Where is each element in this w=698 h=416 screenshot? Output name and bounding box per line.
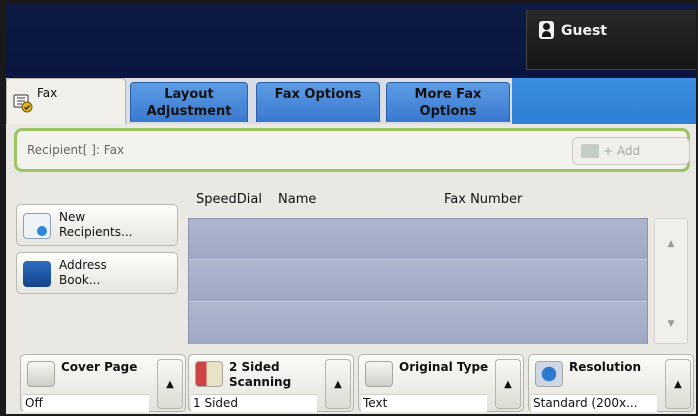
add-icon: [581, 144, 599, 158]
cover-page-icon: [27, 361, 55, 387]
fax-icon: [13, 94, 33, 113]
two-sided-stepper[interactable]: ▲: [325, 359, 351, 409]
tab-strip-fill: [512, 78, 696, 124]
two-sided-icon: [195, 361, 223, 387]
resolution-stepper[interactable]: ▲: [665, 359, 691, 409]
recipient-field[interactable]: Recipient[ ]: Fax + Add: [14, 128, 690, 172]
new-recipients-line1: New: [59, 210, 86, 224]
cover-page-option[interactable]: Cover Page Off ▲: [20, 354, 186, 412]
scroll-up-icon[interactable]: ▲: [655, 239, 687, 249]
tab-layout-adjustment-line2: Adjustment: [146, 104, 232, 119]
tab-fax[interactable]: Fax: [6, 78, 126, 124]
fax-screen: Guest Fax Layout Adjustment Fax Options: [6, 4, 696, 414]
address-book-button[interactable]: Address Book...: [16, 252, 178, 294]
cover-page-value: Off: [23, 394, 149, 412]
user-label: Guest: [561, 23, 607, 39]
resolution-title: Resolution: [569, 360, 642, 374]
address-book-icon: [23, 261, 51, 287]
user-login-button[interactable]: Guest: [526, 10, 696, 70]
column-name: Name: [278, 192, 317, 207]
two-sided-scanning-option[interactable]: 2 Sided Scanning 1 Sided ▲: [188, 354, 354, 412]
list-row[interactable]: [189, 303, 647, 344]
column-fax-number: Fax Number: [444, 192, 523, 207]
tab-strip: Fax Layout Adjustment Fax Options More F…: [6, 78, 696, 124]
original-type-title: Original Type: [399, 360, 489, 374]
add-label: + Add: [603, 144, 641, 158]
two-sided-title-line2: Scanning: [229, 375, 292, 389]
original-type-icon: [365, 361, 393, 387]
list-row[interactable]: [189, 261, 647, 302]
add-recipient-button[interactable]: + Add: [572, 137, 690, 165]
two-sided-title-line1: 2 Sided: [229, 360, 280, 374]
new-recipient-icon: [23, 213, 51, 239]
column-speeddial: SpeedDial: [196, 192, 262, 207]
tab-more-fax-options[interactable]: More Fax Options: [386, 82, 510, 122]
tab-more-fax-options-line2: Options: [419, 104, 477, 119]
header-bar: Guest: [6, 4, 696, 78]
tab-fax-label: Fax: [37, 86, 58, 100]
resolution-icon: [535, 361, 563, 387]
original-type-value: Text: [361, 394, 487, 412]
resolution-option[interactable]: Resolution Standard (200x... ▲: [528, 354, 694, 412]
two-sided-value: 1 Sided: [191, 394, 317, 412]
resolution-value: Standard (200x...: [531, 394, 657, 412]
scroll-down-icon[interactable]: ▼: [655, 319, 687, 329]
list-scrollbar[interactable]: ▲ ▼: [654, 218, 688, 344]
address-book-line2: Book...: [59, 273, 101, 287]
original-type-stepper[interactable]: ▲: [495, 359, 521, 409]
recipient-list: [188, 218, 648, 344]
tab-fax-options[interactable]: Fax Options: [256, 82, 380, 122]
tab-more-fax-options-line1: More Fax: [414, 87, 482, 102]
cover-page-title: Cover Page: [61, 360, 138, 374]
new-recipients-button[interactable]: New Recipients...: [16, 204, 178, 246]
address-book-line1: Address: [59, 258, 107, 272]
user-icon: [539, 21, 554, 39]
new-recipients-line2: Recipients...: [59, 225, 133, 239]
recipient-label: Recipient[ ]: Fax: [27, 143, 125, 157]
cover-page-stepper[interactable]: ▲: [157, 359, 183, 409]
tab-fax-options-label: Fax Options: [274, 87, 362, 102]
list-row[interactable]: [189, 219, 647, 260]
original-type-option[interactable]: Original Type Text ▲: [358, 354, 524, 412]
tab-layout-adjustment-line1: Layout: [164, 87, 214, 102]
tab-layout-adjustment[interactable]: Layout Adjustment: [130, 82, 248, 122]
